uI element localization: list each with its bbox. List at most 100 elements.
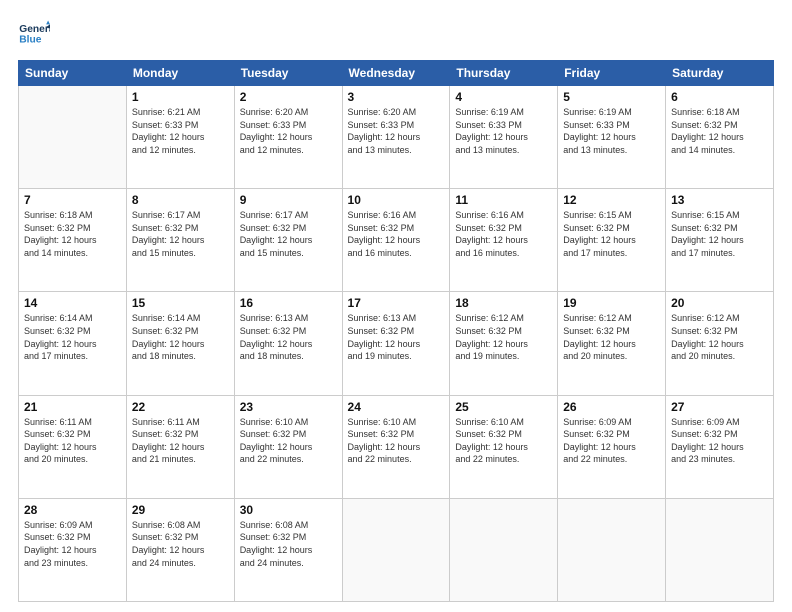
calendar-cell: 28Sunrise: 6:09 AM Sunset: 6:32 PM Dayli… <box>19 498 127 601</box>
logo-icon: General Blue <box>18 18 50 50</box>
day-number: 18 <box>455 296 552 310</box>
day-info: Sunrise: 6:17 AM Sunset: 6:32 PM Dayligh… <box>240 209 337 259</box>
calendar-cell: 24 Sunrise: 6:10 AM Sunset: 6:32 PM Dayli… <box>342 395 450 498</box>
day-number: 27 <box>671 400 768 414</box>
calendar-cell: 12 Sunrise: 6:15 AM Sunset: 6:32 PM Dayli… <box>558 189 666 292</box>
calendar-cell: 21 Sunrise: 6:11 AM Sunset: 6:32 PM Dayli… <box>19 395 127 498</box>
day-number: 4 <box>455 90 552 104</box>
day-number: 12 <box>563 193 660 207</box>
calendar-cell: 3 Sunrise: 6:20 AM Sunset: 6:33 PM Daylig… <box>342 86 450 189</box>
day-info: Sunrise: 6:10 AM Sunset: 6:32 PM Dayligh… <box>455 416 552 466</box>
weekday-header-sunday: Sunday <box>19 61 127 86</box>
calendar-cell <box>666 498 774 601</box>
day-info: Sunrise: 6:12 AM Sunset: 6:32 PM Dayligh… <box>563 312 660 362</box>
calendar-cell: 11 Sunrise: 6:16 AM Sunset: 6:32 PM Dayli… <box>450 189 558 292</box>
day-number: 26 <box>563 400 660 414</box>
day-number: 19 <box>563 296 660 310</box>
day-number: 24 <box>348 400 445 414</box>
weekday-header-saturday: Saturday <box>666 61 774 86</box>
day-number: 23 <box>240 400 337 414</box>
weekday-header-thursday: Thursday <box>450 61 558 86</box>
day-number: 5 <box>563 90 660 104</box>
calendar-cell: 10 Sunrise: 6:16 AM Sunset: 6:32 PM Dayli… <box>342 189 450 292</box>
day-info: Sunrise: 6:10 AM Sunset: 6:32 PM Dayligh… <box>240 416 337 466</box>
calendar-cell: 9 Sunrise: 6:17 AM Sunset: 6:32 PM Daylig… <box>234 189 342 292</box>
day-info: Sunrise: 6:11 AM Sunset: 6:32 PM Dayligh… <box>132 416 229 466</box>
day-info: Sunrise: 6:19 AM Sunset: 6:33 PM Dayligh… <box>563 106 660 156</box>
day-number: 22 <box>132 400 229 414</box>
day-info: Sunrise: 6:11 AM Sunset: 6:32 PM Dayligh… <box>24 416 121 466</box>
calendar-cell: 6Sunrise: 6:18 AM Sunset: 6:32 PM Daylig… <box>666 86 774 189</box>
day-info: Sunrise: 6:13 AM Sunset: 6:32 PM Dayligh… <box>240 312 337 362</box>
day-number: 16 <box>240 296 337 310</box>
day-number: 17 <box>348 296 445 310</box>
day-info: Sunrise: 6:16 AM Sunset: 6:32 PM Dayligh… <box>348 209 445 259</box>
day-number: 11 <box>455 193 552 207</box>
day-number: 9 <box>240 193 337 207</box>
day-number: 3 <box>348 90 445 104</box>
day-info: Sunrise: 6:08 AM Sunset: 6:32 PM Dayligh… <box>132 519 229 569</box>
day-info: Sunrise: 6:21 AM Sunset: 6:33 PM Dayligh… <box>132 106 229 156</box>
calendar-cell <box>342 498 450 601</box>
day-info: Sunrise: 6:19 AM Sunset: 6:33 PM Dayligh… <box>455 106 552 156</box>
day-info: Sunrise: 6:14 AM Sunset: 6:32 PM Dayligh… <box>132 312 229 362</box>
day-info: Sunrise: 6:09 AM Sunset: 6:32 PM Dayligh… <box>671 416 768 466</box>
calendar-cell: 23 Sunrise: 6:10 AM Sunset: 6:32 PM Dayli… <box>234 395 342 498</box>
calendar-cell: 1 Sunrise: 6:21 AM Sunset: 6:33 PM Daylig… <box>126 86 234 189</box>
day-number: 29 <box>132 503 229 517</box>
weekday-header-wednesday: Wednesday <box>342 61 450 86</box>
calendar-cell: 29 Sunrise: 6:08 AM Sunset: 6:32 PM Dayli… <box>126 498 234 601</box>
logo: General Blue <box>18 18 50 50</box>
day-number: 2 <box>240 90 337 104</box>
calendar-cell: 19 Sunrise: 6:12 AM Sunset: 6:32 PM Dayli… <box>558 292 666 395</box>
day-info: Sunrise: 6:09 AM Sunset: 6:32 PM Dayligh… <box>24 519 121 569</box>
day-number: 8 <box>132 193 229 207</box>
calendar-cell: 18Sunrise: 6:12 AM Sunset: 6:32 PM Dayli… <box>450 292 558 395</box>
calendar-cell: 22 Sunrise: 6:11 AM Sunset: 6:32 PM Dayli… <box>126 395 234 498</box>
calendar-cell: 16 Sunrise: 6:13 AM Sunset: 6:32 PM Dayli… <box>234 292 342 395</box>
day-info: Sunrise: 6:16 AM Sunset: 6:32 PM Dayligh… <box>455 209 552 259</box>
calendar-cell: 20Sunrise: 6:12 AM Sunset: 6:32 PM Dayli… <box>666 292 774 395</box>
calendar-cell: 2 Sunrise: 6:20 AM Sunset: 6:33 PM Daylig… <box>234 86 342 189</box>
day-number: 21 <box>24 400 121 414</box>
calendar-cell: 7Sunrise: 6:18 AM Sunset: 6:32 PM Daylig… <box>19 189 127 292</box>
day-info: Sunrise: 6:15 AM Sunset: 6:32 PM Dayligh… <box>671 209 768 259</box>
day-info: Sunrise: 6:18 AM Sunset: 6:32 PM Dayligh… <box>671 106 768 156</box>
calendar-cell <box>558 498 666 601</box>
day-info: Sunrise: 6:15 AM Sunset: 6:32 PM Dayligh… <box>563 209 660 259</box>
weekday-header-tuesday: Tuesday <box>234 61 342 86</box>
day-info: Sunrise: 6:14 AM Sunset: 6:32 PM Dayligh… <box>24 312 121 362</box>
day-info: Sunrise: 6:20 AM Sunset: 6:33 PM Dayligh… <box>240 106 337 156</box>
calendar-cell: 17Sunrise: 6:13 AM Sunset: 6:32 PM Dayli… <box>342 292 450 395</box>
calendar-week-row: 7Sunrise: 6:18 AM Sunset: 6:32 PM Daylig… <box>19 189 774 292</box>
calendar-cell: 26 Sunrise: 6:09 AM Sunset: 6:32 PM Dayli… <box>558 395 666 498</box>
day-number: 10 <box>348 193 445 207</box>
calendar-cell: 27 Sunrise: 6:09 AM Sunset: 6:32 PM Dayli… <box>666 395 774 498</box>
day-number: 1 <box>132 90 229 104</box>
calendar-cell: 25 Sunrise: 6:10 AM Sunset: 6:32 PM Dayli… <box>450 395 558 498</box>
svg-text:General: General <box>19 24 50 35</box>
weekday-header-row: SundayMondayTuesdayWednesdayThursdayFrid… <box>19 61 774 86</box>
calendar-cell: 30Sunrise: 6:08 AM Sunset: 6:32 PM Dayli… <box>234 498 342 601</box>
day-info: Sunrise: 6:12 AM Sunset: 6:32 PM Dayligh… <box>671 312 768 362</box>
day-info: Sunrise: 6:08 AM Sunset: 6:32 PM Dayligh… <box>240 519 337 569</box>
day-info: Sunrise: 6:17 AM Sunset: 6:32 PM Dayligh… <box>132 209 229 259</box>
calendar-cell: 14 Sunrise: 6:14 AM Sunset: 6:32 PM Dayli… <box>19 292 127 395</box>
weekday-header-monday: Monday <box>126 61 234 86</box>
day-info: Sunrise: 6:18 AM Sunset: 6:32 PM Dayligh… <box>24 209 121 259</box>
calendar-cell: 4 Sunrise: 6:19 AM Sunset: 6:33 PM Daylig… <box>450 86 558 189</box>
day-info: Sunrise: 6:20 AM Sunset: 6:33 PM Dayligh… <box>348 106 445 156</box>
day-info: Sunrise: 6:09 AM Sunset: 6:32 PM Dayligh… <box>563 416 660 466</box>
day-number: 13 <box>671 193 768 207</box>
day-info: Sunrise: 6:10 AM Sunset: 6:32 PM Dayligh… <box>348 416 445 466</box>
calendar-cell: 15Sunrise: 6:14 AM Sunset: 6:32 PM Dayli… <box>126 292 234 395</box>
day-number: 25 <box>455 400 552 414</box>
calendar-cell <box>450 498 558 601</box>
calendar-week-row: 21 Sunrise: 6:11 AM Sunset: 6:32 PM Dayli… <box>19 395 774 498</box>
calendar-table: SundayMondayTuesdayWednesdayThursdayFrid… <box>18 60 774 602</box>
calendar-cell: 8 Sunrise: 6:17 AM Sunset: 6:32 PM Daylig… <box>126 189 234 292</box>
day-number: 14 <box>24 296 121 310</box>
calendar-week-row: 1 Sunrise: 6:21 AM Sunset: 6:33 PM Daylig… <box>19 86 774 189</box>
calendar-cell: 13 Sunrise: 6:15 AM Sunset: 6:32 PM Dayli… <box>666 189 774 292</box>
calendar-cell <box>19 86 127 189</box>
